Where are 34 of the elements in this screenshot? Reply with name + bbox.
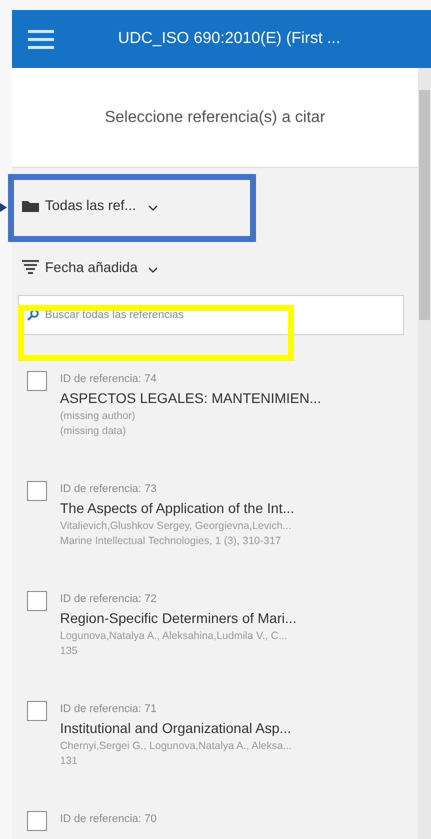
sort-icon [22, 258, 39, 276]
reference-authors: Chernyi,Sergei G., Logunova,Natalya A., Aleksa... [60, 739, 292, 754]
prompt-text: Seleccione referencia(s) a citar [104, 108, 326, 128]
checkbox[interactable] [27, 811, 47, 831]
reference-id: ID de referencia: 74 [60, 372, 158, 387]
header-title: UDC_ISO 690:2010(E) (First ... [118, 29, 340, 49]
search-icon [27, 309, 39, 321]
checkbox[interactable] [27, 701, 47, 721]
reference-source: Marine Intellectual Technologies, 1 (3), 310-317 [60, 534, 282, 549]
reference-title: Region-Specific Determiners of Mari... [60, 609, 297, 628]
folder-icon [22, 198, 39, 212]
chevron-icon [148, 205, 158, 211]
chevron-icon [148, 267, 158, 273]
reference-title: ASPECTOS LEGALES: MANTENIMIEN... [60, 389, 322, 408]
checkbox[interactable] [27, 481, 47, 501]
reference-id: ID de referencia: 70 [60, 812, 157, 827]
reference-source: 131 [60, 754, 79, 769]
menu-icon[interactable] [28, 29, 54, 49]
scrollbar[interactable] [418, 68, 431, 839]
checkbox[interactable] [27, 591, 47, 611]
reference-title: The Aspects of Application of the Int... [60, 499, 294, 518]
reference-title: Institutional and Organizational Asp... [60, 719, 292, 738]
checkbox[interactable] [27, 371, 47, 391]
reference-id: ID de referencia: 72 [60, 592, 158, 607]
pointer-arrow-icon [0, 203, 7, 212]
reference-id: ID de referencia: 73 [60, 482, 158, 497]
reference-source: (missing data) [60, 424, 127, 439]
reference-source: 135 [60, 644, 79, 659]
reference-authors: Logunova,Natalya A., Aleksahina,Ludmila V., C... [60, 629, 288, 644]
reference-authors: Vitalievich,Glushkov Sergey, Georgievna,Levich... [60, 519, 292, 534]
sort-dropdown[interactable]: Fecha añadida [22, 252, 158, 282]
reference-authors: (missing author) [60, 409, 136, 424]
folder-dropdown[interactable]: Todas las ref... [22, 190, 158, 220]
reference-id: ID de referencia: 71 [60, 702, 158, 717]
